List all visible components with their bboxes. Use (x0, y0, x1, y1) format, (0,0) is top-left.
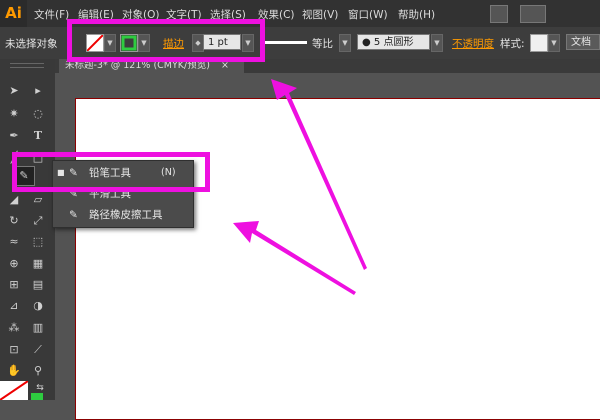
annotation-arrows (233, 79, 367, 295)
arrow-up-icon (271, 79, 367, 270)
arrow-left-icon (233, 221, 356, 295)
